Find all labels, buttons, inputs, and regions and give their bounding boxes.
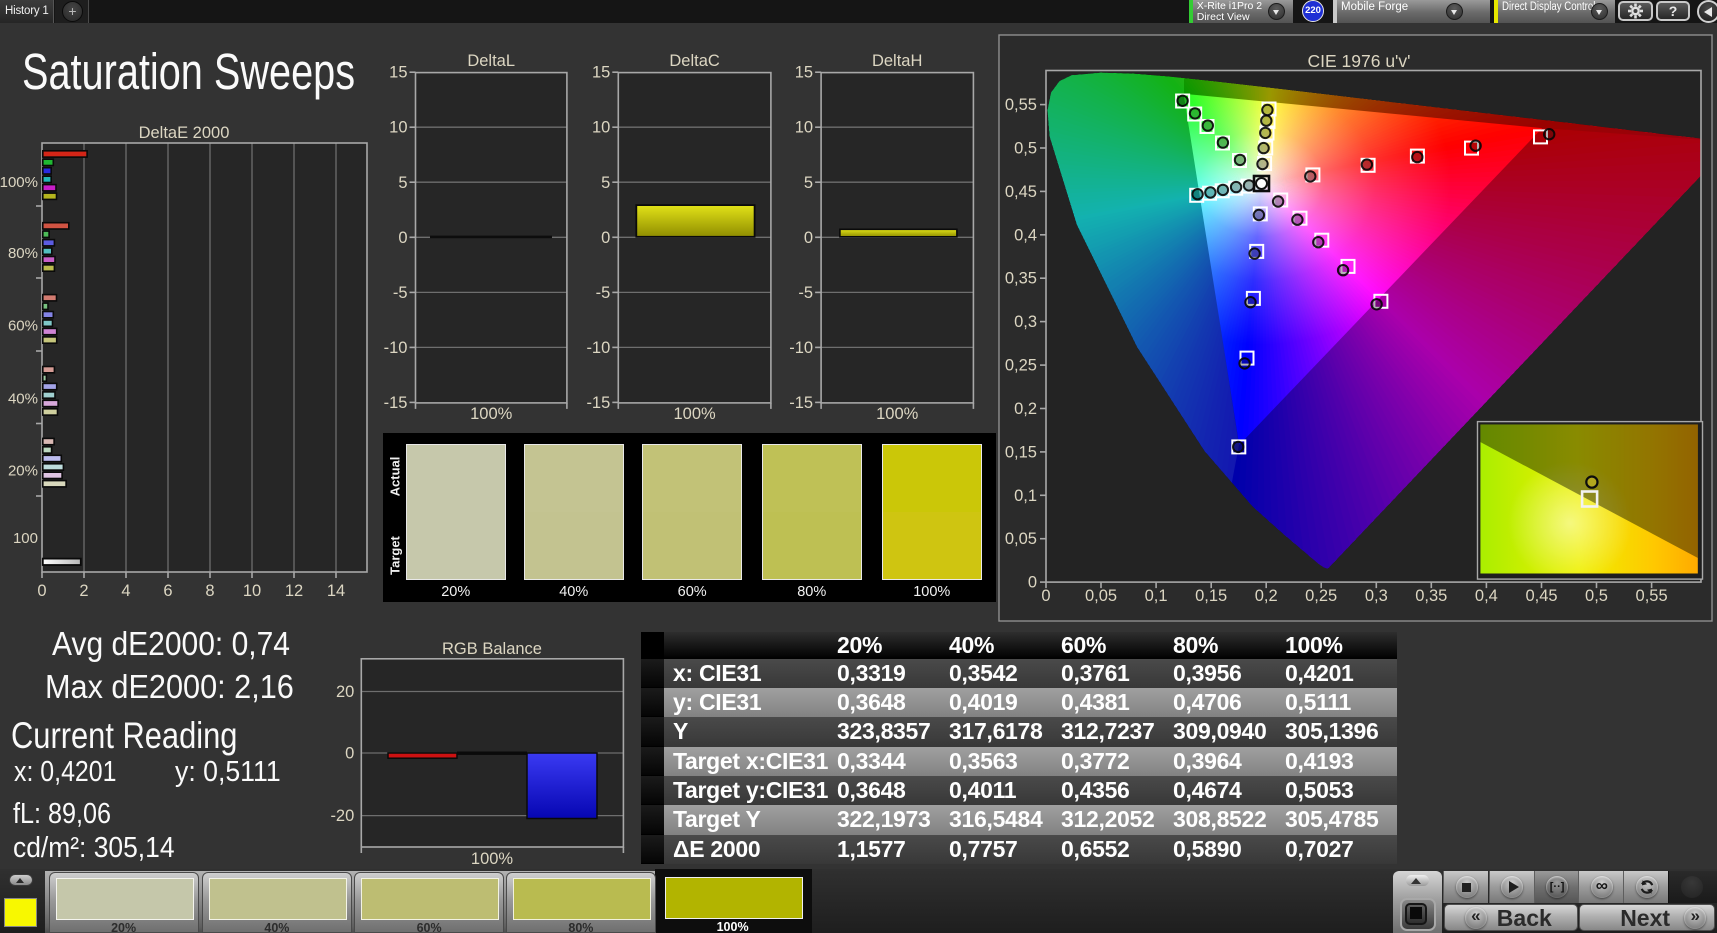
svg-text:0,05: 0,05 [1005, 530, 1037, 548]
svg-text:RGB Balance: RGB Balance [442, 640, 542, 658]
svg-text:4: 4 [121, 582, 130, 600]
svg-text:0: 0 [37, 582, 46, 600]
svg-text:20%: 20% [8, 462, 38, 479]
svg-text:60%: 60% [8, 318, 38, 335]
svg-text:15: 15 [592, 64, 610, 82]
svg-text:0,55: 0,55 [1636, 587, 1668, 605]
svg-text:-10: -10 [384, 339, 408, 357]
svg-text:0,5: 0,5 [1585, 587, 1608, 605]
svg-text:5: 5 [804, 174, 813, 192]
svg-text:0: 0 [398, 229, 407, 247]
svg-text:-15: -15 [789, 394, 813, 412]
svg-text:DeltaE 2000: DeltaE 2000 [139, 124, 230, 142]
svg-text:0,25: 0,25 [1305, 587, 1337, 605]
svg-text:100%: 100% [876, 405, 919, 423]
svg-text:-10: -10 [586, 339, 610, 357]
svg-text:0,4: 0,4 [1475, 587, 1498, 605]
svg-text:0,5: 0,5 [1014, 140, 1037, 158]
svg-text:-20: -20 [330, 807, 354, 825]
svg-text:0,15: 0,15 [1195, 587, 1227, 605]
svg-text:5: 5 [398, 174, 407, 192]
svg-text:10: 10 [592, 119, 610, 137]
svg-text:0: 0 [804, 229, 813, 247]
svg-text:-15: -15 [586, 394, 610, 412]
svg-text:80%: 80% [8, 245, 38, 262]
svg-text:0,3: 0,3 [1014, 313, 1037, 331]
svg-text:100%: 100% [673, 405, 716, 423]
svg-text:0,45: 0,45 [1005, 183, 1037, 201]
svg-text:0,3: 0,3 [1365, 587, 1388, 605]
svg-text:5: 5 [601, 174, 610, 192]
svg-text:100%: 100% [0, 174, 38, 191]
svg-text:0,55: 0,55 [1005, 96, 1037, 114]
svg-text:0,35: 0,35 [1005, 270, 1037, 288]
svg-text:0,4: 0,4 [1014, 226, 1037, 244]
svg-text:DeltaL: DeltaL [467, 52, 515, 70]
svg-text:100%: 100% [470, 405, 513, 423]
svg-text:20: 20 [336, 683, 354, 701]
svg-text:10: 10 [389, 119, 407, 137]
svg-text:0: 0 [1028, 574, 1037, 592]
svg-text:14: 14 [327, 582, 345, 600]
svg-text:0,2: 0,2 [1014, 400, 1037, 418]
svg-text:-5: -5 [798, 284, 813, 302]
svg-text:0,1: 0,1 [1014, 487, 1037, 505]
svg-text:6: 6 [163, 582, 172, 600]
svg-text:10: 10 [795, 119, 813, 137]
svg-text:0,25: 0,25 [1005, 357, 1037, 375]
svg-text:10: 10 [243, 582, 261, 600]
svg-text:0,05: 0,05 [1085, 587, 1117, 605]
svg-text:0,35: 0,35 [1415, 587, 1447, 605]
svg-text:40%: 40% [8, 391, 38, 408]
svg-text:0: 0 [1041, 587, 1050, 605]
svg-text:-15: -15 [384, 394, 408, 412]
svg-text:0,1: 0,1 [1145, 587, 1168, 605]
svg-text:12: 12 [285, 582, 303, 600]
svg-text:0: 0 [345, 745, 354, 763]
svg-text:DeltaH: DeltaH [872, 52, 922, 70]
svg-text:-5: -5 [393, 284, 408, 302]
svg-text:DeltaC: DeltaC [669, 52, 720, 70]
svg-text:0,45: 0,45 [1525, 587, 1557, 605]
svg-text:0: 0 [601, 229, 610, 247]
svg-text:CIE 1976 u'v': CIE 1976 u'v' [1308, 51, 1411, 71]
svg-text:15: 15 [795, 64, 813, 82]
svg-text:0,2: 0,2 [1255, 587, 1278, 605]
svg-text:8: 8 [205, 582, 214, 600]
svg-text:100: 100 [13, 530, 38, 547]
svg-text:-10: -10 [789, 339, 813, 357]
svg-text:-5: -5 [596, 284, 611, 302]
svg-text:100%: 100% [471, 850, 514, 868]
svg-text:2: 2 [79, 582, 88, 600]
svg-text:0,15: 0,15 [1005, 443, 1037, 461]
svg-text:15: 15 [389, 64, 407, 82]
